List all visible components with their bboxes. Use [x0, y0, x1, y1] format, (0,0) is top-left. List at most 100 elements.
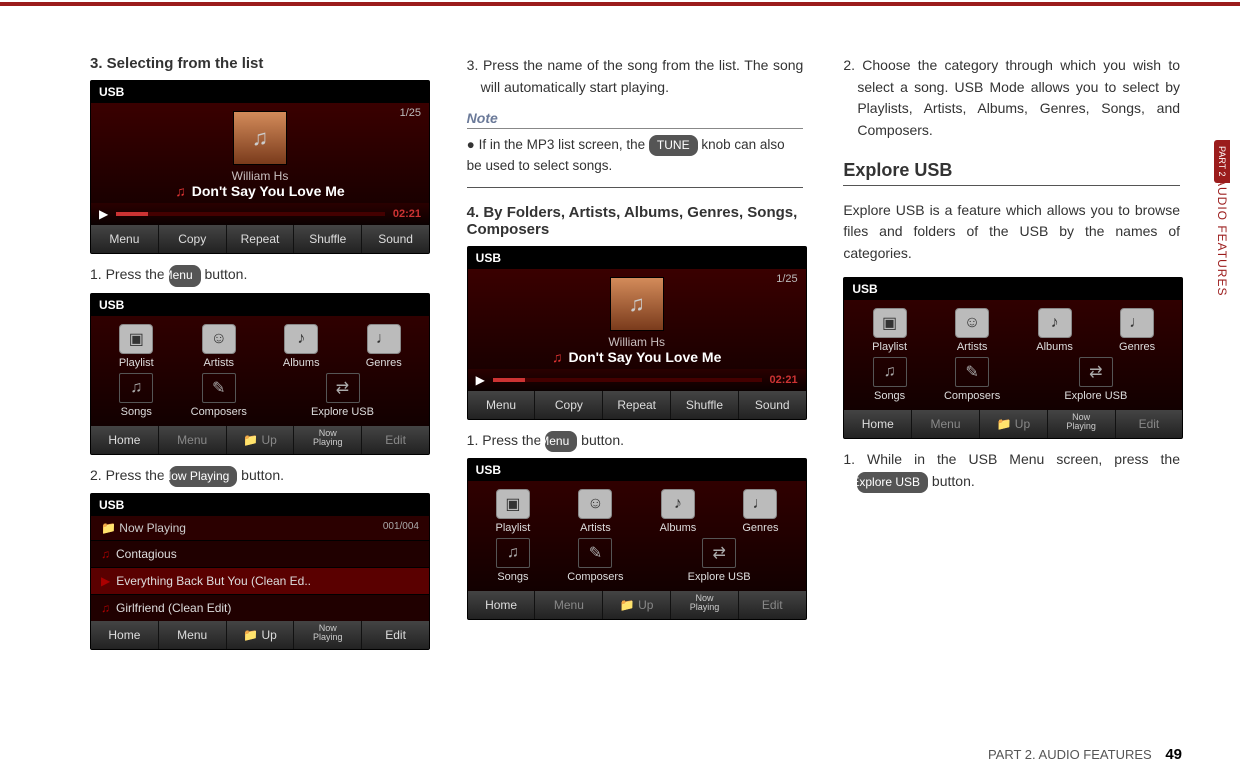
- page-footer: PART 2. AUDIO FEATURES 49: [988, 746, 1182, 763]
- menu-bottom-bar: Home Menu 📁 Up NowPlaying Edit: [91, 426, 429, 454]
- bb-edit: Edit: [362, 621, 429, 649]
- list-folder-row: 📁 Now Playing 001/004: [91, 516, 429, 540]
- bb-edit: Edit: [739, 591, 806, 619]
- album-art: ♫: [233, 111, 287, 165]
- person-icon: ☺: [964, 314, 980, 332]
- bb-now-playing: NowPlaying: [1048, 410, 1116, 438]
- bb-up: 📁 Up: [227, 426, 295, 454]
- elapsed-time: 02:21: [393, 208, 421, 220]
- shot-title: USB: [468, 459, 806, 481]
- songs-icon: ♫: [507, 544, 519, 562]
- screenshot-usb-menu-1: USB ▣Playlist ☺Artists ♪Albums ♩Genres ♫…: [90, 293, 430, 455]
- music-note-icon: ♫: [252, 125, 269, 151]
- explore-usb-button-label: Explore USB: [857, 472, 928, 494]
- shot-title: USB: [844, 278, 1182, 300]
- cat-songs: ♫Songs: [472, 538, 555, 583]
- cat-genres: ♩Genres: [719, 489, 802, 534]
- step-2: 2. Press the Now Playing button.: [90, 465, 427, 488]
- list-row: ♫Girlfriend (Clean Edit): [91, 594, 429, 621]
- bb-menu: Menu: [159, 621, 227, 649]
- shot-title: USB: [91, 294, 429, 316]
- list-counter: 001/004: [383, 521, 419, 532]
- guitar-icon: ♩: [376, 330, 392, 348]
- bb-home: Home: [844, 410, 912, 438]
- artist-name: William Hs: [99, 169, 421, 183]
- cat-playlist: ▣Playlist: [472, 489, 555, 534]
- tune-knob-label: TUNE: [649, 135, 698, 156]
- player-bottom-bar: Menu Copy Repeat Shuffle Sound: [468, 391, 806, 419]
- page-content: 3. Selecting from the list USB 1/25 ♫ Wi…: [90, 55, 1180, 660]
- column-3: 2. Choose the category through which you…: [843, 55, 1180, 660]
- list-row: ♫Contagious: [91, 540, 429, 567]
- guitar-icon: ♩: [1129, 314, 1145, 332]
- screenshot-usb-menu-3: USB ▣Playlist ☺Artists ♪Albums ♩Genres ♫…: [843, 277, 1183, 439]
- music-note-icon: ♫: [175, 183, 186, 199]
- bb-up: 📁 Up: [980, 410, 1048, 438]
- progress-bar: [116, 212, 385, 216]
- play-icon: ▶: [99, 207, 108, 221]
- note-icon: ♪: [674, 495, 682, 513]
- cat-genres: ♩Genres: [343, 324, 426, 369]
- usb-icon: ⇄: [336, 378, 349, 398]
- screenshot-usb-player-1: USB 1/25 ♫ William Hs ♫Don't Say You Lov…: [90, 80, 430, 254]
- menu-bottom-bar: Home Menu 📁 Up NowPlaying Edit: [468, 591, 806, 619]
- person-icon: ☺: [211, 330, 227, 348]
- list-row-selected: ▶Everything Back But You (Clean Ed..: [91, 567, 429, 594]
- elapsed-time: 02:21: [770, 374, 798, 386]
- step-1: 1. Press the Menu button.: [90, 264, 427, 287]
- cat-songs: ♫Songs: [848, 357, 931, 402]
- cat-explore-usb: ⇄Explore USB: [1013, 357, 1178, 402]
- cat-artists: ☺Artists: [554, 489, 637, 534]
- note-body: ● If in the MP3 list screen, the TUNE kn…: [467, 135, 804, 187]
- bb-menu: Menu: [535, 591, 603, 619]
- player-bottom-bar: Menu Copy Repeat Shuffle Sound: [91, 225, 429, 253]
- step-explore-1: 1. While in the USB Menu screen, press t…: [843, 449, 1180, 493]
- cat-genres: ♩Genres: [1096, 308, 1179, 353]
- pen-icon: ✎: [212, 378, 225, 398]
- cat-artists: ☺Artists: [931, 308, 1014, 353]
- cat-albums: ♪Albums: [260, 324, 343, 369]
- bb-now-playing: NowPlaying: [294, 621, 362, 649]
- cat-artists: ☺Artists: [178, 324, 261, 369]
- bb-home: Home: [468, 591, 536, 619]
- album-art: ♫: [610, 277, 664, 331]
- step-4-1: 1. Press the Menu button.: [467, 430, 804, 453]
- songs-icon: ♫: [884, 363, 896, 381]
- bb-menu: Menu: [159, 426, 227, 454]
- bb-edit: Edit: [362, 426, 429, 454]
- header-red-bar: [0, 2, 1240, 6]
- track-title: ♫Don't Say You Love Me: [476, 349, 798, 365]
- playlist-icon: ▣: [129, 329, 144, 349]
- bb-repeat: Repeat: [603, 391, 671, 419]
- music-note-icon: ♫: [628, 291, 645, 317]
- step-2-choose-category: 2. Choose the category through which you…: [843, 55, 1180, 142]
- usb-icon: ⇄: [1089, 362, 1102, 382]
- side-tab-section: AUDIO FEATURES: [1215, 178, 1229, 296]
- bb-up: 📁 Up: [227, 621, 295, 649]
- bb-home: Home: [91, 621, 159, 649]
- bb-shuffle: Shuffle: [671, 391, 739, 419]
- progress-bar: [493, 378, 762, 382]
- bb-menu: Menu: [912, 410, 980, 438]
- note-icon: ♪: [297, 330, 305, 348]
- shot-title: USB: [91, 494, 429, 516]
- bb-menu: Menu: [468, 391, 536, 419]
- bb-home: Home: [91, 426, 159, 454]
- cat-playlist: ▣Playlist: [848, 308, 931, 353]
- playlist-icon: ▣: [505, 494, 520, 514]
- track-title: ♫Don't Say You Love Me: [99, 183, 421, 199]
- bb-menu: Menu: [91, 225, 159, 253]
- cat-albums: ♪Albums: [1013, 308, 1096, 353]
- cat-albums: ♪Albums: [637, 489, 720, 534]
- pen-icon: ✎: [589, 543, 602, 563]
- note-icon: ♪: [1051, 314, 1059, 332]
- column-2: 3. Press the name of the song from the l…: [467, 55, 804, 660]
- play-icon: ▶: [476, 373, 485, 387]
- bb-shuffle: Shuffle: [294, 225, 362, 253]
- bb-sound: Sound: [362, 225, 429, 253]
- menu-bottom-bar: Home Menu 📁 Up NowPlaying Edit: [844, 410, 1182, 438]
- shot-title: USB: [91, 81, 429, 103]
- music-note-icon: ♫: [552, 349, 563, 365]
- footer-section: PART 2. AUDIO FEATURES: [988, 747, 1152, 762]
- guitar-icon: ♩: [752, 495, 768, 513]
